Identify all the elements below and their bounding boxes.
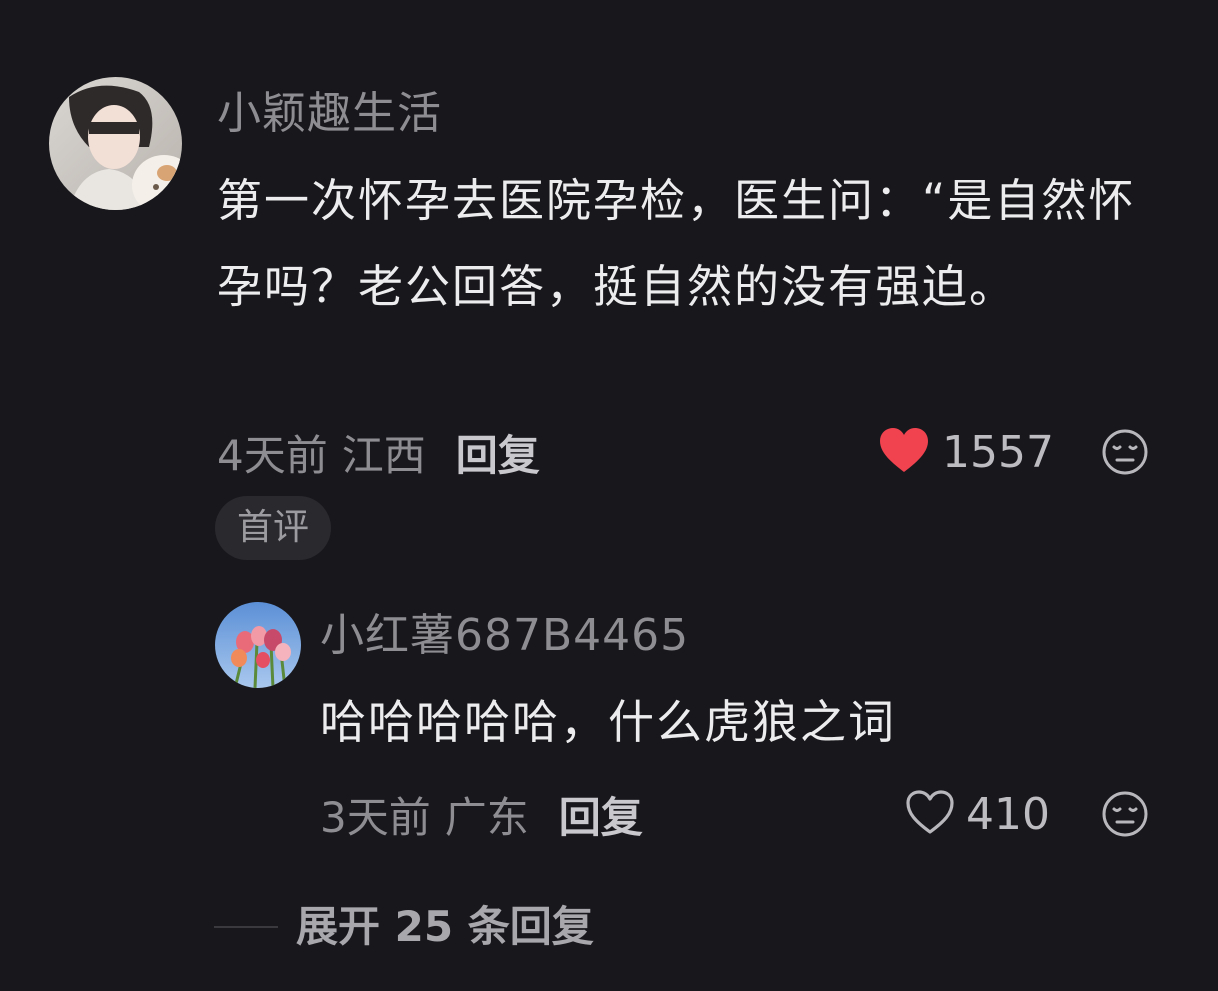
heart-outline-icon	[904, 788, 966, 840]
heart-filled-icon	[878, 426, 942, 478]
reply-dislike-button[interactable]	[1101, 790, 1149, 838]
comment-text: 第一次怀孕去医院孕检，医生问：“是自然怀孕吗？老公回答，挺自然的没有强迫。	[217, 174, 1136, 313]
reply-like-count: 410	[966, 788, 1050, 840]
reply-avatar[interactable]	[215, 602, 301, 688]
first-comment-badge: 首评	[215, 496, 331, 560]
meh-face-icon	[1101, 791, 1149, 842]
avatar[interactable]	[49, 77, 182, 210]
timestamp: 4天前	[217, 430, 328, 480]
meh-face-icon	[1101, 429, 1149, 480]
like-button[interactable]: 1557	[878, 424, 1054, 480]
reply-like-button[interactable]: 410	[904, 786, 1050, 842]
like-count: 1557	[942, 426, 1054, 478]
comment-thread: 小颖趣生活 第一次怀孕去医院孕检，医生问：“是自然怀孕吗？老公回答，挺自然的没有…	[0, 0, 1218, 991]
location: 江西	[341, 430, 426, 480]
expand-divider	[214, 926, 278, 928]
dislike-button[interactable]	[1101, 428, 1149, 476]
reply-meta: 3天前 广东 回复	[320, 786, 643, 842]
expand-replies-button[interactable]: 展开 25 条回复	[296, 898, 594, 956]
reply-button[interactable]: 回复	[456, 422, 540, 483]
reply-username[interactable]: 小红薯687B4465	[320, 608, 689, 664]
username[interactable]: 小颖趣生活	[217, 86, 442, 142]
reply-timestamp: 3天前	[320, 792, 431, 842]
reply-text: 哈哈哈哈哈，什么虎狼之词	[320, 695, 896, 749]
reply-reply-button[interactable]: 回复	[559, 784, 643, 845]
comment-meta: 4天前 江西 回复	[217, 424, 540, 480]
reply-location: 广东	[444, 792, 529, 842]
